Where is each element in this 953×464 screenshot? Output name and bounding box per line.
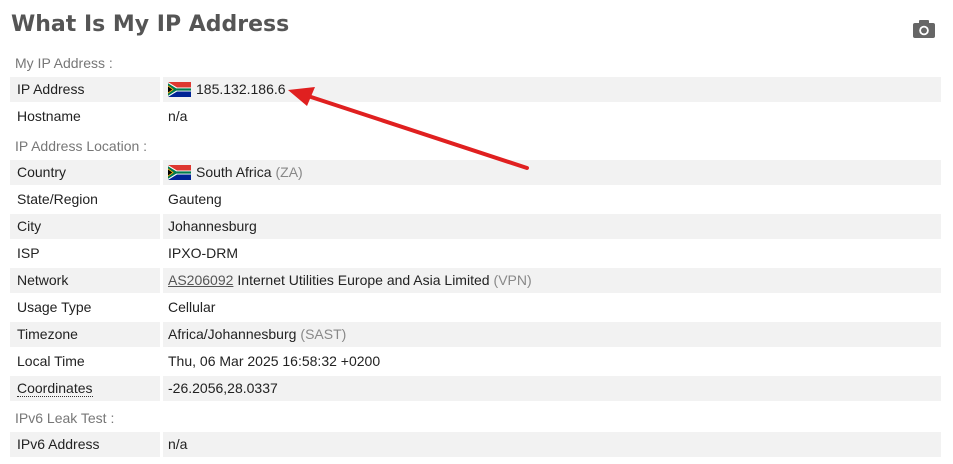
row-usage-type: Usage Type Cellular	[10, 295, 941, 320]
coordinates-value: -26.2056,28.0337	[163, 376, 941, 401]
row-state: State/Region Gauteng	[10, 187, 941, 212]
country-code: (ZA)	[275, 164, 303, 180]
row-isp: ISP IPXO-DRM	[10, 241, 941, 266]
south-africa-flag-icon	[168, 82, 191, 97]
row-country: Country South Africa (ZA)	[10, 160, 941, 185]
network-name: Internet Utilities Europe and Asia Limit…	[237, 272, 490, 288]
as-number-link[interactable]: AS206092	[168, 268, 233, 293]
usage-type-label: Usage Type	[17, 299, 92, 315]
row-network: Network AS206092 Internet Utilities Euro…	[10, 268, 941, 293]
timezone-abbr: (SAST)	[300, 326, 347, 342]
vpn-tag: (VPN)	[493, 272, 532, 288]
ipv6-address-label: IPv6 Address	[10, 432, 160, 457]
row-ip-address: IP Address 185.132.186.6	[10, 77, 941, 102]
state-label: State/Region	[17, 191, 98, 207]
row-hostname: Hostname n/a	[10, 104, 941, 129]
camera-icon[interactable]	[913, 20, 935, 38]
row-coordinates: Coordinates -26.2056,28.0337	[10, 376, 941, 401]
isp-label: ISP	[17, 245, 40, 261]
country-name: South Africa	[196, 164, 272, 180]
south-africa-flag-icon	[168, 165, 191, 180]
hostname-label: Hostname	[17, 108, 81, 124]
row-city: City Johannesburg	[10, 214, 941, 239]
timezone-value: Africa/Johannesburg (SAST)	[163, 322, 941, 347]
row-timezone: Timezone Africa/Johannesburg (SAST)	[10, 322, 941, 347]
usage-type-value: Cellular	[168, 299, 216, 315]
timezone-name: Africa/Johannesburg	[168, 326, 297, 342]
hostname-value: n/a	[168, 108, 188, 124]
city-value: Johannesburg	[163, 214, 941, 239]
ip-address-value: 185.132.186.6	[163, 77, 941, 102]
timezone-label: Timezone	[10, 322, 160, 347]
coordinates-label[interactable]: Coordinates	[10, 376, 160, 401]
row-local-time: Local Time Thu, 06 Mar 2025 16:58:32 +02…	[10, 349, 941, 374]
row-ipv6-address: IPv6 Address n/a	[10, 432, 941, 457]
country-value: South Africa (ZA)	[163, 160, 941, 185]
local-time-label: Local Time	[17, 353, 85, 369]
page-title: What Is My IP Address	[11, 12, 290, 37]
section-location: IP Address Location :	[15, 138, 148, 154]
city-label: City	[10, 214, 160, 239]
ipv6-address-value: n/a	[163, 432, 941, 457]
coordinates-label-text[interactable]: Coordinates	[17, 380, 93, 397]
ip-address-text[interactable]: 185.132.186.6	[196, 77, 286, 102]
ip-address-label: IP Address	[10, 77, 160, 102]
network-value: AS206092 Internet Utilities Europe and A…	[163, 268, 941, 293]
section-my-ip: My IP Address :	[15, 55, 113, 71]
network-label: Network	[10, 268, 160, 293]
isp-value: IPXO-DRM	[168, 245, 238, 261]
local-time-value: Thu, 06 Mar 2025 16:58:32 +0200	[168, 353, 381, 369]
state-value: Gauteng	[168, 191, 222, 207]
country-label: Country	[10, 160, 160, 185]
section-ipv6: IPv6 Leak Test :	[15, 410, 115, 426]
